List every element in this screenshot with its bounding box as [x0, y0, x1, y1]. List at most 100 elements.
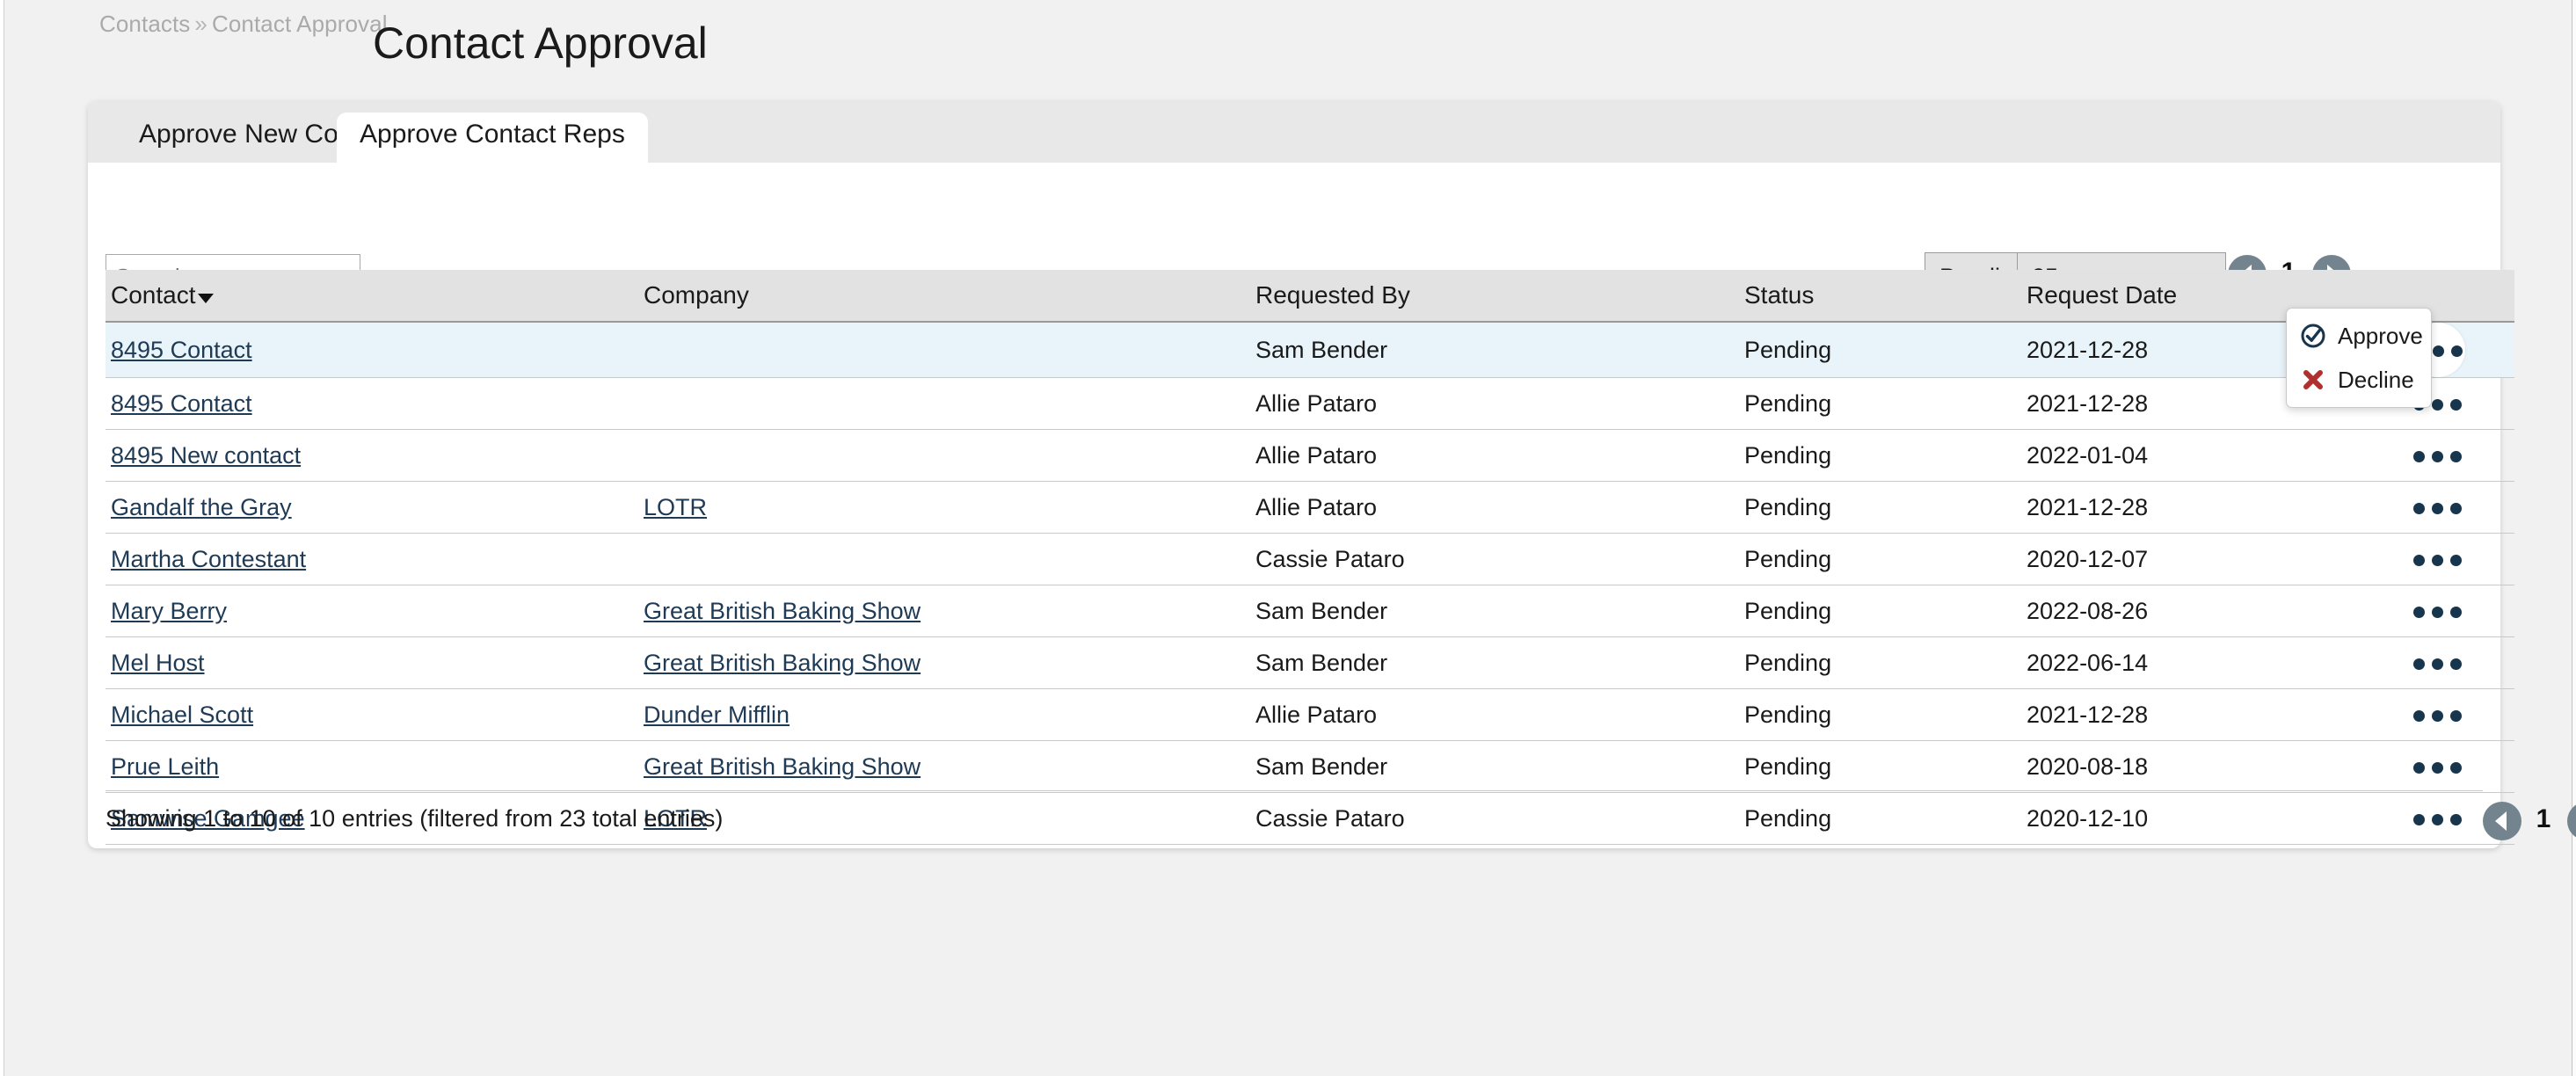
cell-contact[interactable]: Gandalf the Gray [106, 481, 638, 534]
column-header-requested-by[interactable]: Requested By [1250, 270, 1739, 323]
cell-contact[interactable]: 8495 New contact [106, 429, 638, 482]
cell-company[interactable]: Dunder Mifflin [638, 688, 1250, 741]
ellipsis-dot-icon [2450, 451, 2462, 463]
prev-page-button-bottom[interactable] [2483, 802, 2521, 840]
cell-status: Pending [1739, 429, 2021, 482]
ellipsis-dot-icon [2432, 503, 2443, 515]
ellipsis-dot-icon [2413, 658, 2425, 671]
table-row[interactable]: 8495 Contact Sam Bender Pending 2021-12-28 [106, 322, 2514, 378]
menu-item-approve[interactable]: Approve [2287, 314, 2431, 358]
cell-contact-link[interactable]: Mary Berry [111, 598, 227, 624]
cell-company [638, 533, 1250, 585]
cell-status-text: Pending [1744, 752, 1832, 780]
table-row[interactable]: Gandalf the Gray LOTR Allie Pataro Pending 2… [106, 481, 2514, 534]
column-header-status[interactable]: Status [1739, 270, 2021, 323]
cell-contact-link[interactable]: Michael Scott [111, 702, 253, 728]
cell-actions [2361, 533, 2514, 585]
ellipsis-dot-icon [2450, 710, 2462, 723]
cell-status: Pending [1739, 585, 2021, 637]
cell-company[interactable]: Great British Baking Show [638, 585, 1250, 637]
cell-contact[interactable]: 8495 Contact [106, 377, 638, 430]
ellipsis-dot-icon [2432, 399, 2443, 411]
column-header-contact-label: Contact [111, 281, 196, 309]
cell-request-date: 2022-06-14 [2021, 636, 2361, 689]
cell-request-date-text: 2022-01-04 [2027, 441, 2149, 469]
page-scrollbar-track[interactable] [2572, 0, 2576, 1076]
table-row[interactable]: Prue Leith Great British Baking Show Sam B… [106, 740, 2514, 793]
breadcrumb-root[interactable]: Contacts [99, 11, 190, 37]
cell-contact[interactable]: Martha Contestant [106, 533, 638, 585]
cell-requested-by: Cassie Pataro [1250, 533, 1739, 585]
cell-contact[interactable]: 8495 Contact [106, 322, 638, 378]
cell-requested-by-text: Sam Bender [1255, 752, 1388, 780]
cell-contact-link[interactable]: 8495 Contact [111, 390, 252, 417]
cell-actions [2361, 636, 2514, 689]
cell-company-link[interactable]: Great British Baking Show [644, 650, 921, 676]
row-actions-menu-button[interactable] [2403, 690, 2473, 739]
cell-contact-link[interactable]: 8495 New contact [111, 442, 301, 469]
cell-contact[interactable]: Prue Leith [106, 740, 638, 793]
ellipsis-dot-icon [2413, 451, 2425, 463]
cell-requested-by: Allie Pataro [1250, 481, 1739, 534]
ellipsis-dot-icon [2413, 555, 2425, 567]
cell-status: Pending [1739, 688, 2021, 741]
cell-request-date-text: 2021-12-28 [2027, 493, 2149, 520]
menu-item-decline-label: Decline [2338, 366, 2414, 393]
table-row[interactable]: 8495 Contact Allie Pataro Pending 2021-12-2… [106, 377, 2514, 430]
cell-company[interactable]: LOTR [638, 481, 1250, 534]
table-toolbar: Pending 25 per page 1 [88, 163, 2500, 302]
column-header-company[interactable]: Company [638, 270, 1250, 323]
cell-company-link[interactable]: Great British Baking Show [644, 598, 921, 624]
cell-contact[interactable]: Mary Berry [106, 585, 638, 637]
cell-company-link[interactable]: Dunder Mifflin [644, 702, 790, 728]
row-actions-menu-button[interactable] [2403, 431, 2473, 480]
cell-contact-link[interactable]: 8495 Contact [111, 337, 252, 363]
cell-contact-link[interactable]: Mel Host [111, 650, 205, 676]
cell-contact-link[interactable]: Martha Contestant [111, 546, 306, 572]
cell-status-text: Pending [1744, 597, 1832, 624]
table-row[interactable]: 8495 New contact Allie Pataro Pending 2022-… [106, 429, 2514, 482]
cell-company-link[interactable]: LOTR [644, 494, 707, 520]
ellipsis-dot-icon [2450, 555, 2462, 567]
tab-approve-contact-reps[interactable]: Approve Contact Reps [337, 113, 648, 163]
menu-item-decline[interactable]: Decline [2287, 358, 2431, 402]
ellipsis-dot-icon [2413, 710, 2425, 723]
cell-status: Pending [1739, 636, 2021, 689]
cell-request-date-text: 2022-06-14 [2027, 649, 2149, 676]
ellipsis-dot-icon [2413, 607, 2425, 619]
row-actions-menu-button[interactable] [2403, 586, 2473, 636]
cell-contact[interactable]: Michael Scott [106, 688, 638, 741]
cell-contact-link[interactable]: Prue Leith [111, 753, 219, 780]
circle-check-icon [2298, 321, 2328, 351]
table-body: 8495 Contact Sam Bender Pending 2021-12-28 8… [106, 322, 2514, 845]
cell-company [638, 322, 1250, 378]
column-header-contact[interactable]: Contact [106, 270, 638, 323]
cell-contact-link[interactable]: Gandalf the Gray [111, 494, 292, 520]
cell-company[interactable]: Great British Baking Show [638, 740, 1250, 793]
table-header-row: Contact Company Requested By Status Requ… [106, 270, 2514, 323]
row-actions-menu-button[interactable] [2403, 483, 2473, 532]
table-row[interactable]: Martha Contestant Cassie Pataro Pending 202… [106, 533, 2514, 585]
cell-request-date-text: 2020-12-07 [2027, 545, 2149, 572]
row-actions-menu-button[interactable] [2403, 638, 2473, 687]
cell-company-link[interactable]: Great British Baking Show [644, 753, 921, 780]
table-row[interactable]: Mary Berry Great British Baking Show Sam B… [106, 585, 2514, 637]
cell-company [638, 377, 1250, 430]
approvals-table: Contact Company Requested By Status Requ… [106, 270, 2514, 845]
cell-company[interactable]: Great British Baking Show [638, 636, 1250, 689]
cell-actions [2361, 688, 2514, 741]
cell-company [638, 429, 1250, 482]
content-card: Approve New Contacts Approve Contact Rep… [88, 101, 2576, 848]
cell-requested-by: Allie Pataro [1250, 688, 1739, 741]
row-actions-menu-button[interactable] [2403, 534, 2473, 584]
table-row[interactable]: Mel Host Great British Baking Show Sam Ben… [106, 636, 2514, 689]
cell-contact[interactable]: Mel Host [106, 636, 638, 689]
ellipsis-dot-icon [2450, 503, 2462, 515]
cell-request-date: 2022-01-04 [2021, 429, 2361, 482]
row-actions-menu-button[interactable] [2403, 742, 2473, 791]
cell-status: Pending [1739, 377, 2021, 430]
cell-request-date: 2021-12-28 [2021, 688, 2361, 741]
cell-status: Pending [1739, 322, 2021, 378]
cell-status-text: Pending [1744, 441, 1832, 469]
table-row[interactable]: Michael Scott Dunder Mifflin Allie Pataro P… [106, 688, 2514, 741]
